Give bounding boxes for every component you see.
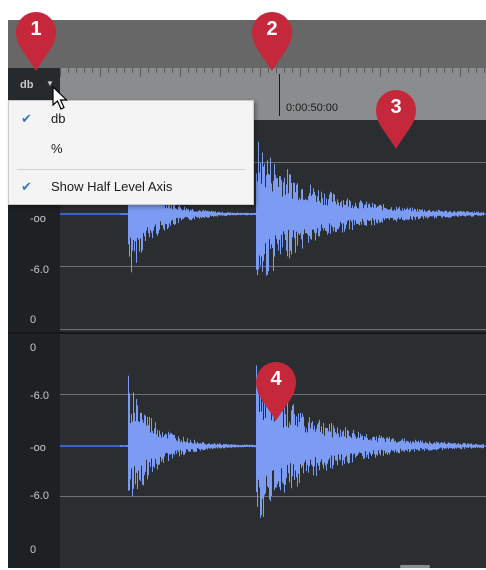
ruler-tick	[172, 68, 173, 73]
ruler-tick	[460, 68, 461, 77]
axis-label: -6.0	[30, 264, 49, 276]
ruler-tick	[468, 68, 469, 73]
callout-number: 1	[30, 18, 42, 40]
ruler-tick	[204, 68, 205, 73]
ruler-tick	[100, 68, 101, 77]
menu-item-db[interactable]: ✔ db	[9, 105, 253, 133]
ruler-tick	[300, 68, 301, 77]
axis-label: 0	[30, 342, 37, 354]
ruler-tick	[236, 68, 237, 73]
ruler-tick	[420, 68, 421, 77]
callout-number: 4	[270, 368, 282, 390]
ruler-tick	[148, 68, 149, 73]
axis-label: -oo	[30, 213, 46, 225]
waveform-path	[120, 365, 484, 518]
mouse-pointer-icon	[52, 86, 68, 110]
ruler-tick	[372, 68, 373, 73]
checkmark-icon: ✔	[21, 111, 32, 126]
menu-item-show-half-level-axis[interactable]: ✔ Show Half Level Axis	[9, 173, 253, 201]
ruler-tick	[444, 68, 445, 73]
ruler-tick	[380, 68, 381, 77]
ruler-tick	[180, 68, 181, 77]
ruler-tick	[404, 68, 405, 73]
axis-label: -oo	[30, 442, 46, 454]
callout-2: 2	[250, 10, 294, 72]
menu-item-label: db	[51, 111, 66, 126]
axis-label: -6.0	[30, 390, 49, 402]
ruler-tick	[108, 68, 109, 73]
ruler-tick	[244, 68, 245, 73]
editor-title-bar	[8, 20, 486, 68]
ruler-tick	[348, 68, 349, 73]
axis-label: -6.0	[30, 490, 49, 502]
ruler-tick	[196, 68, 197, 73]
ruler-tick	[124, 68, 125, 73]
time-marker	[279, 74, 280, 116]
ruler-tick	[412, 68, 413, 73]
ruler-tick	[316, 68, 317, 73]
menu-item-label: %	[51, 141, 63, 156]
ruler-tick	[220, 68, 221, 77]
axis-label: 0	[30, 544, 37, 556]
ruler-tick	[436, 68, 437, 73]
ruler-tick	[324, 68, 325, 73]
level-scale-label: db	[20, 79, 34, 91]
ruler-tick	[228, 68, 229, 73]
ruler-tick	[212, 68, 213, 73]
ruler-timecode: 0:00:50:00	[286, 102, 338, 114]
callout-3: 3	[374, 88, 418, 150]
horizontal-scrollbar-thumb[interactable]	[400, 565, 430, 568]
ruler-tick	[188, 68, 189, 73]
ruler-tick	[308, 68, 309, 73]
ruler-tick	[364, 68, 365, 73]
ruler-tick	[484, 68, 485, 73]
ruler-tick	[132, 68, 133, 73]
checkmark-icon: ✔	[21, 179, 32, 194]
ruler-tick	[116, 68, 117, 73]
callout-number: 3	[390, 96, 402, 118]
ruler-tick	[140, 68, 141, 77]
ruler-tick	[340, 68, 341, 77]
ruler-tick	[92, 68, 93, 73]
ruler-tick	[388, 68, 389, 73]
ruler-tick	[452, 68, 453, 73]
ruler-tick	[396, 68, 397, 73]
ruler-tick	[60, 68, 61, 77]
callout-number: 2	[266, 18, 278, 40]
ruler-tick	[76, 68, 77, 73]
callout-1: 1	[14, 10, 58, 72]
level-scale-menu: ✔ db % ✔ Show Half Level Axis	[8, 100, 254, 205]
ruler-tick	[84, 68, 85, 73]
ruler-tick	[428, 68, 429, 73]
axis-label: 0	[30, 314, 37, 326]
menu-item-label: Show Half Level Axis	[51, 179, 173, 194]
ruler-tick	[68, 68, 69, 73]
waveform-track-bottom[interactable]: 0 -6.0 -oo -6.0 0	[8, 334, 486, 568]
ruler-tick	[332, 68, 333, 73]
callout-4: 4	[254, 360, 298, 422]
menu-separator	[17, 169, 245, 170]
ruler-tick	[156, 68, 157, 73]
ruler-tick	[476, 68, 477, 73]
menu-item-percent[interactable]: %	[9, 135, 253, 163]
ruler-tick	[356, 68, 357, 73]
ruler-tick	[164, 68, 165, 73]
